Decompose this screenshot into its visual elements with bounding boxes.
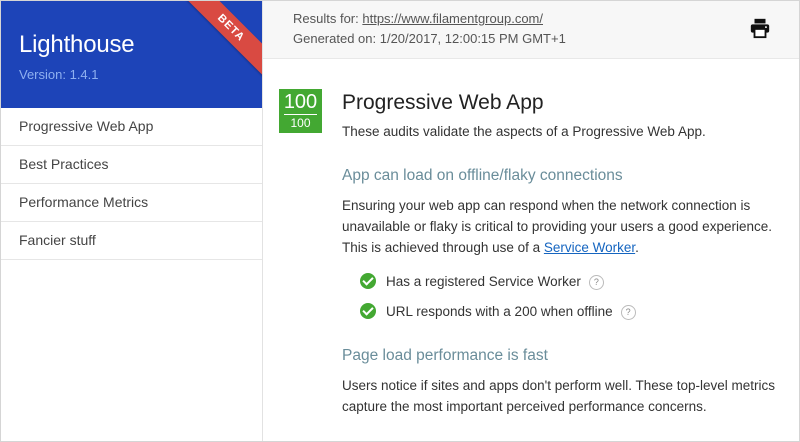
results-label: Results for: (293, 11, 363, 26)
service-worker-link[interactable]: Service Worker (544, 240, 635, 255)
help-icon[interactable]: ? (620, 304, 636, 320)
offline-text-end: . (635, 240, 639, 255)
audit-item: URL responds with a 200 when offline? (360, 302, 636, 322)
section-heading-performance: Page load performance is fast (342, 347, 548, 364)
app-version: Version: 1.4.1 (19, 67, 99, 82)
category-title: Progressive Web App (342, 91, 544, 114)
score-total: 100 (290, 116, 311, 130)
sidebar-item-fancier-stuff[interactable]: Fancier stuff (1, 222, 262, 260)
report-window: Lighthouse Version: 1.4.1 BETA Progressi… (0, 0, 800, 442)
report-main: 100 100 Progressive Web App These audits… (263, 59, 799, 441)
section-description-offline: Ensuring your web app can respond when t… (342, 195, 782, 258)
print-icon[interactable] (749, 17, 771, 39)
results-url-link[interactable]: https://www.filamentgroup.com/ (362, 11, 543, 26)
sidebar: Lighthouse Version: 1.4.1 BETA Progressi… (1, 1, 263, 441)
sidebar-item-progressive-web-app[interactable]: Progressive Web App (1, 108, 262, 146)
score-value: 100 (283, 91, 318, 113)
results-for: Results for: https://www.filamentgroup.c… (293, 11, 543, 26)
app-title: Lighthouse (19, 31, 135, 58)
generated-on: Generated on: 1/20/2017, 12:00:15 PM GMT… (293, 31, 566, 46)
audit-label: URL responds with a 200 when offline (386, 304, 613, 319)
sidebar-item-performance-metrics[interactable]: Performance Metrics (1, 184, 262, 222)
beta-ribbon: BETA (177, 1, 262, 82)
audit-label: Has a registered Service Worker (386, 274, 581, 289)
check-icon (360, 303, 376, 319)
section-heading-offline: App can load on offline/flaky connection… (342, 167, 623, 184)
audit-item: Has a registered Service Worker? (360, 272, 604, 292)
check-icon (360, 273, 376, 289)
score-badge: 100 100 (279, 89, 322, 133)
sidebar-nav: Progressive Web App Best Practices Perfo… (1, 108, 262, 260)
section-description-performance: Users notice if sites and apps don't per… (342, 378, 776, 414)
sidebar-item-best-practices[interactable]: Best Practices (1, 146, 262, 184)
report-header: Results for: https://www.filamentgroup.c… (263, 1, 799, 59)
help-icon[interactable]: ? (588, 274, 604, 290)
category-description: These audits validate the aspects of a P… (342, 124, 706, 139)
brand-header: Lighthouse Version: 1.4.1 BETA (1, 1, 262, 108)
